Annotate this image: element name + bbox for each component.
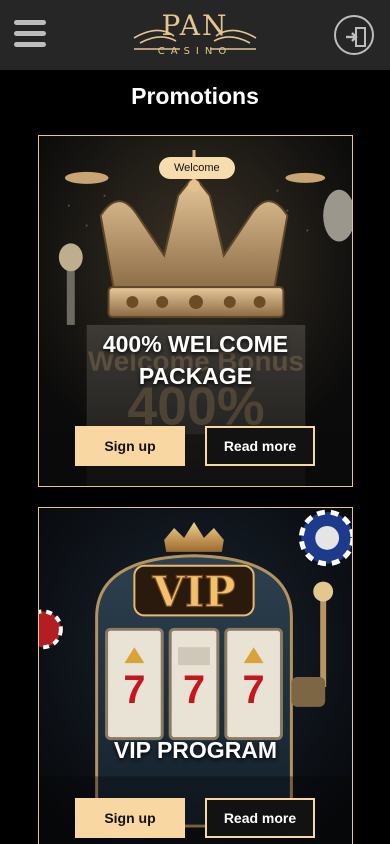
promo-title-text: 400% WELCOME PACKAGE: [102, 331, 289, 389]
svg-text:7: 7: [243, 668, 265, 712]
top-bar: PAN CASINO: [0, 0, 390, 70]
logo-wordmark: PAN: [161, 9, 229, 42]
sign-up-button[interactable]: Sign up: [75, 798, 185, 838]
promo-card-vip: VIP 7 7 7 VIP PROGRAM Sign up Read more: [38, 507, 353, 844]
login-door-icon: [346, 27, 366, 47]
svg-text:7: 7: [123, 668, 145, 712]
pan-casino-logo[interactable]: PAN CASINO: [130, 10, 260, 62]
welcome-badge: Welcome: [159, 157, 235, 179]
read-more-button[interactable]: Read more: [205, 426, 315, 466]
vip-slot-machine-illustration: VIP 7 7 7: [39, 508, 352, 844]
logo-subtitle: CASINO: [157, 46, 233, 57]
promo-card-welcome: Welcome Bonus 400% Welcome 400% WELCOME …: [38, 135, 353, 487]
svg-text:VIP: VIP: [151, 567, 235, 616]
sign-up-button[interactable]: Sign up: [75, 426, 185, 466]
promo-title: VIP PROGRAM: [113, 737, 278, 763]
svg-text:7: 7: [183, 668, 205, 712]
promo-title: 400% WELCOME PACKAGE: [39, 328, 352, 392]
login-button[interactable]: [334, 15, 374, 55]
page-title: Promotions: [131, 83, 259, 109]
hamburger-menu-icon[interactable]: [14, 18, 46, 50]
read-more-button[interactable]: Read more: [205, 798, 315, 838]
